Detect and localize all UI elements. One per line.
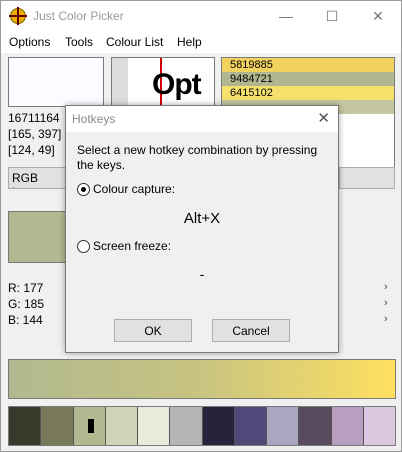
gradient-bar[interactable] xyxy=(8,359,396,399)
cancel-button[interactable]: Cancel xyxy=(212,319,290,342)
dialog-title-bar[interactable]: Hotkeys ✕ xyxy=(66,106,338,132)
list-item[interactable]: 5819885 xyxy=(222,58,394,72)
green-value: G: 185 xyxy=(8,297,45,311)
palette-swatch[interactable] xyxy=(363,407,395,445)
palette-swatch[interactable] xyxy=(138,407,171,445)
offset-coords: [124, 49] xyxy=(8,143,55,157)
hotkeys-dialog: Hotkeys ✕ Select a new hotkey combinatio… xyxy=(65,105,339,353)
menu-bar: Options Tools Colour List Help xyxy=(1,31,401,53)
radio-selected-icon[interactable] xyxy=(77,182,90,196)
chevron-right-icon[interactable]: › xyxy=(384,297,388,309)
palette-swatch[interactable] xyxy=(9,407,42,445)
minimize-button[interactable]: — xyxy=(263,1,309,31)
color-preview xyxy=(8,57,104,107)
zoom-view: Opt xyxy=(111,57,215,107)
zoom-text: Opt xyxy=(152,68,202,101)
chevron-right-icon[interactable]: › xyxy=(384,281,388,293)
red-value: R: 177 xyxy=(8,281,44,295)
palette-swatch[interactable] xyxy=(331,407,364,445)
menu-options[interactable]: Options xyxy=(9,35,50,49)
list-item[interactable]: 6415102 xyxy=(222,86,394,100)
palette-swatch[interactable] xyxy=(73,407,106,445)
color-value: 16711164 xyxy=(8,111,60,125)
palette-swatch[interactable] xyxy=(267,407,300,445)
zoom-edge xyxy=(112,58,128,106)
screen-freeze-option[interactable]: Screen freeze: xyxy=(77,239,171,253)
blue-value: B: 144 xyxy=(8,313,43,327)
screen-freeze-hotkey: - xyxy=(199,266,205,282)
colour-capture-hotkey: Alt+X xyxy=(183,210,221,227)
colour-capture-option[interactable]: Colour capture: xyxy=(77,182,175,196)
maximize-button[interactable]: ☐ xyxy=(309,1,355,31)
format-field[interactable] xyxy=(339,167,395,189)
color-palette xyxy=(8,406,396,446)
mode-select[interactable]: RGB Integer xyxy=(8,167,66,189)
current-color-swatch xyxy=(8,211,66,263)
radio-icon[interactable] xyxy=(77,239,90,253)
colour-capture-label: Colour capture: xyxy=(93,182,176,196)
palette-swatch[interactable] xyxy=(299,407,332,445)
palette-swatch[interactable] xyxy=(202,407,235,445)
screen-freeze-label: Screen freeze: xyxy=(93,239,172,253)
dialog-title: Hotkeys xyxy=(72,112,116,126)
menu-colour-list[interactable]: Colour List xyxy=(106,35,163,49)
menu-help[interactable]: Help xyxy=(177,35,202,49)
palette-swatch[interactable] xyxy=(41,407,74,445)
color-picker-icon xyxy=(9,7,27,25)
palette-swatch[interactable] xyxy=(170,407,203,445)
palette-swatch[interactable] xyxy=(105,407,138,445)
app-window: Just Color Picker — ☐ ✕ Options Tools Co… xyxy=(0,0,402,452)
window-title: Just Color Picker xyxy=(33,9,124,23)
dialog-close-button[interactable]: ✕ xyxy=(317,109,330,127)
close-button[interactable]: ✕ xyxy=(355,1,401,31)
ok-button[interactable]: OK xyxy=(114,319,192,342)
title-bar[interactable]: Just Color Picker — ☐ ✕ xyxy=(1,1,401,31)
cursor-coords: [165, 397] xyxy=(8,127,62,141)
palette-swatch[interactable] xyxy=(234,407,267,445)
selection-marker xyxy=(87,419,94,433)
dialog-instruction: Select a new hotkey combination by press… xyxy=(77,143,318,172)
list-item[interactable]: 9484721 xyxy=(222,72,394,86)
menu-tools[interactable]: Tools xyxy=(65,35,93,49)
chevron-right-icon[interactable]: › xyxy=(384,313,388,325)
